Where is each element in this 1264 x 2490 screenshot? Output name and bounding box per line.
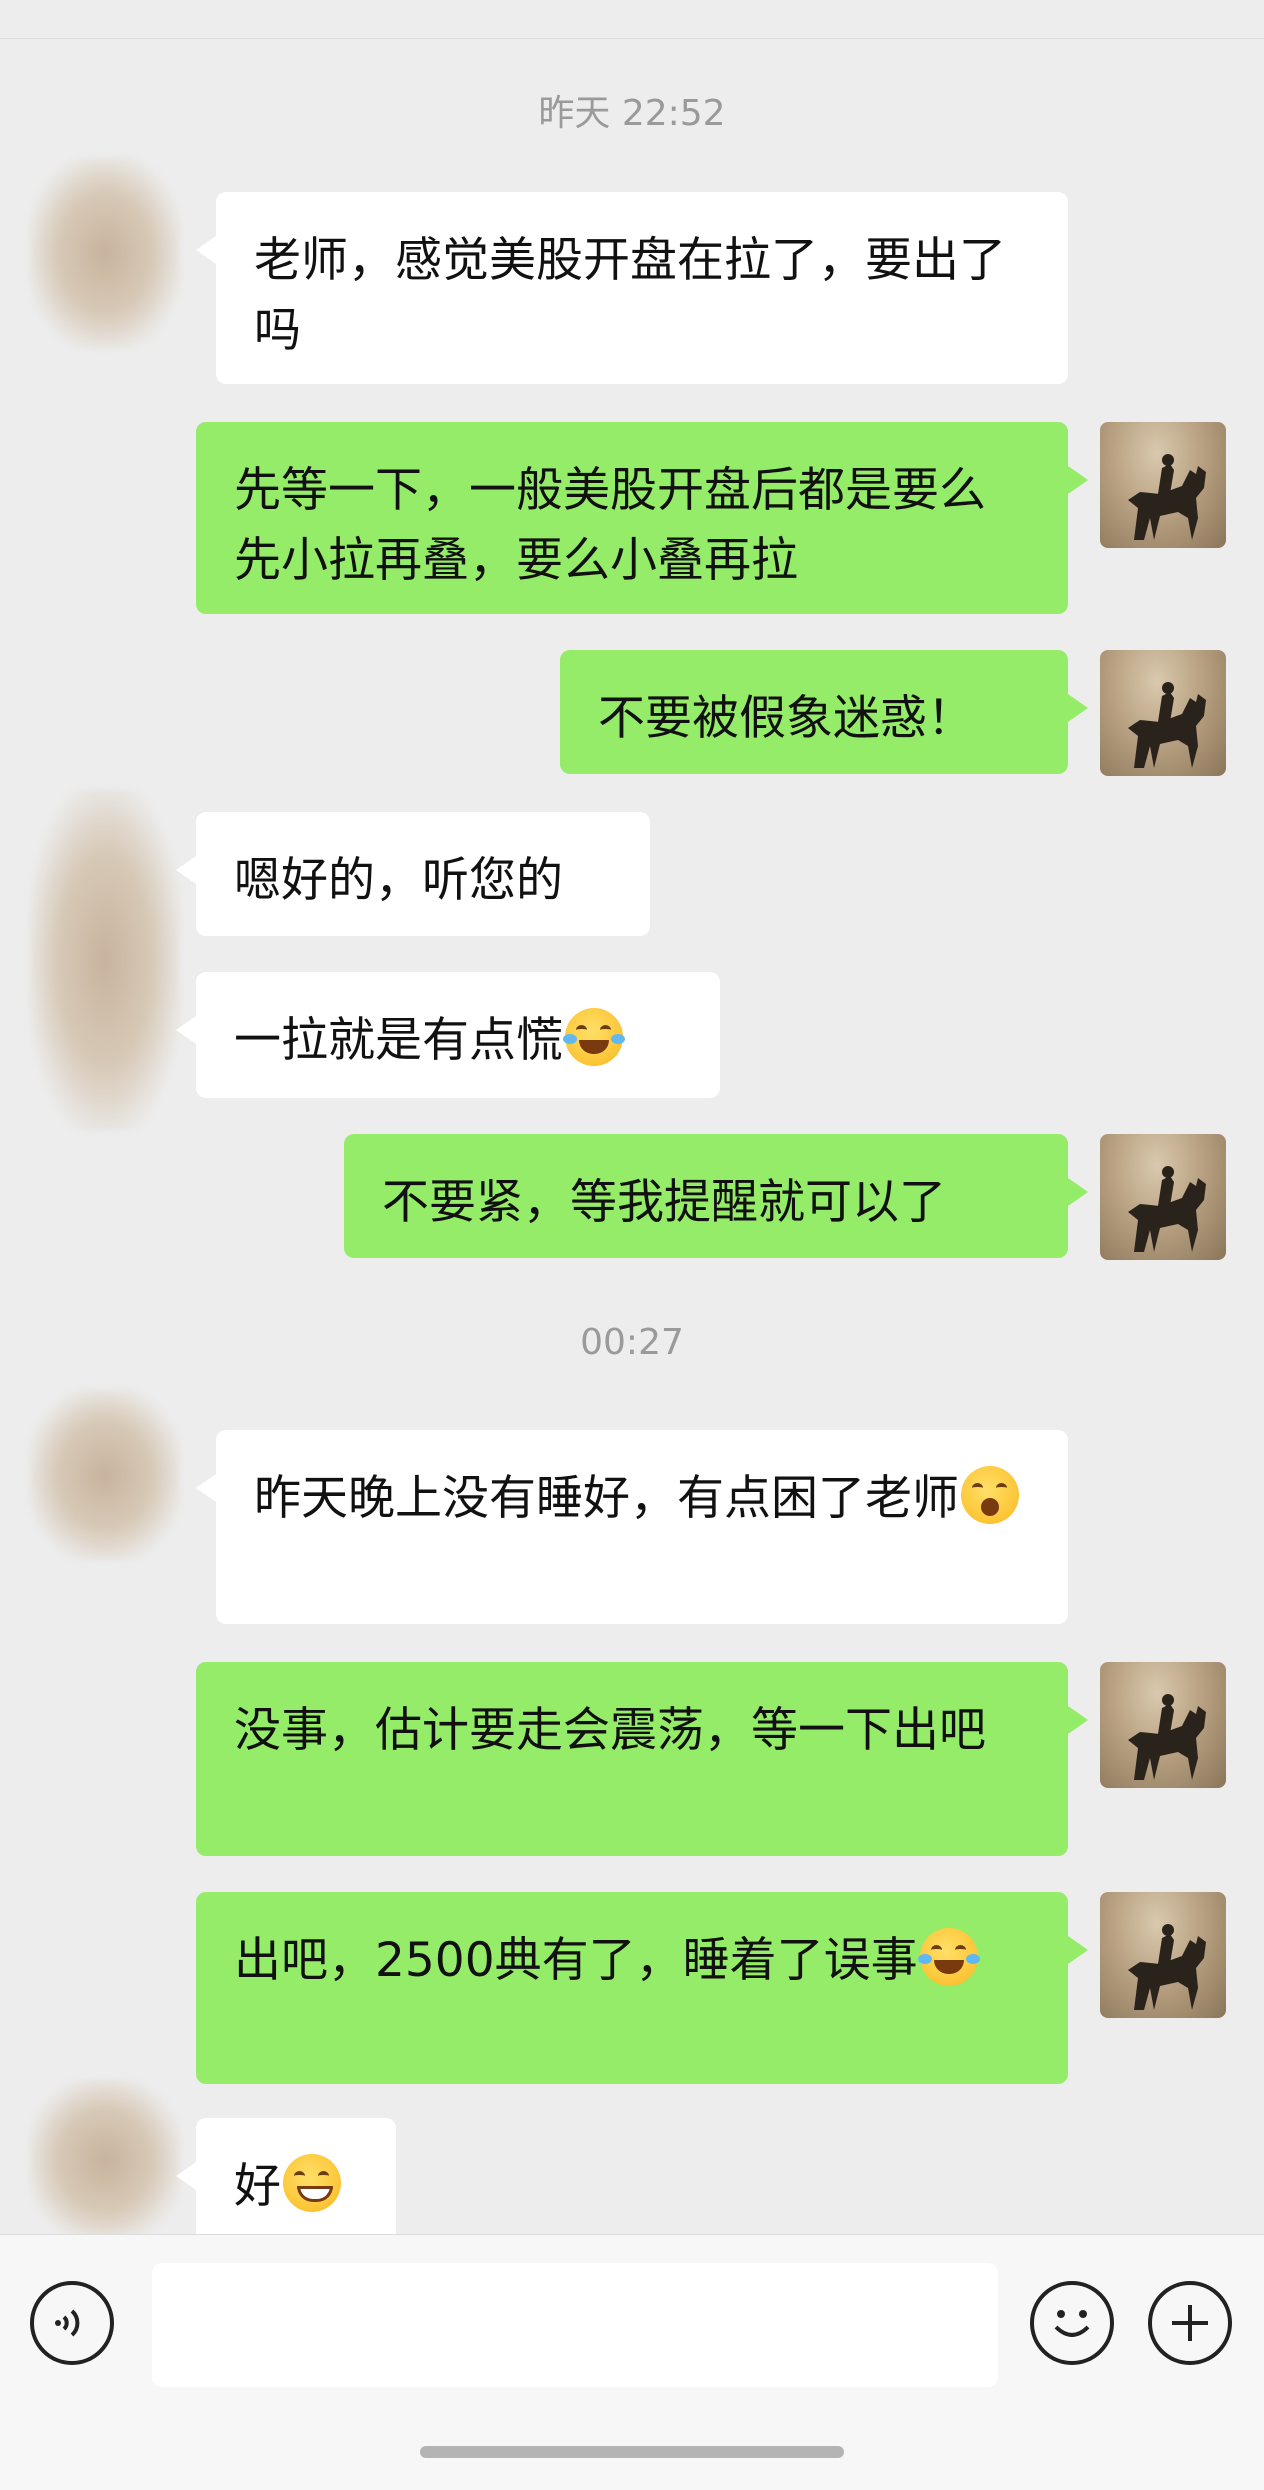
message-text: 昨天晚上没有睡好，有点困了老师 — [254, 1471, 959, 1526]
message-input[interactable] — [152, 2263, 998, 2387]
emoji-icon — [1054, 2310, 1090, 2337]
user-avatar[interactable] — [1100, 422, 1226, 548]
voice-button[interactable] — [30, 2281, 114, 2365]
horse-rider-icon — [1128, 1694, 1206, 1780]
plus-icon — [1172, 2305, 1208, 2341]
outgoing-message-bubble[interactable]: 先等一下，一般美股开盘后都是要么先小拉再叠，要么小叠再拉 — [196, 422, 1088, 614]
message-text: 没事，估计要走会震荡，等一下出吧 — [234, 1703, 986, 1758]
incoming-message-bubble[interactable]: 一拉就是有点慌 — [176, 972, 720, 1098]
yawning-emoji — [961, 1466, 1019, 1524]
outgoing-message-bubble[interactable]: 出吧，2500典有了，睡着了误事 — [196, 1892, 1088, 2084]
plus-button[interactable] — [1148, 2281, 1232, 2365]
incoming-message-bubble[interactable]: 昨天晚上没有睡好，有点困了老师 — [196, 1430, 1068, 1624]
status-bar-strip — [0, 0, 1264, 39]
message-text: 老师，感觉美股开盘在拉了，要出了吗 — [254, 233, 1006, 358]
user-avatar[interactable] — [1100, 1134, 1226, 1260]
contact-avatar[interactable] — [30, 158, 180, 348]
message-text: 不要紧，等我提醒就可以了 — [382, 1175, 946, 1230]
user-avatar[interactable] — [1100, 1662, 1226, 1788]
message-text: 先等一下，一般美股开盘后都是要么先小拉再叠，要么小叠再拉 — [234, 463, 986, 588]
message-text: 出吧，2500典有了，睡着了误事 — [234, 1933, 918, 1988]
incoming-message-bubble[interactable]: 老师，感觉美股开盘在拉了，要出了吗 — [196, 192, 1068, 384]
message-text: 好 — [234, 2159, 281, 2214]
outgoing-message-bubble[interactable]: 不要紧，等我提醒就可以了 — [344, 1134, 1088, 1258]
contact-avatar[interactable] — [30, 2080, 180, 2240]
timestamp: 00:27 — [580, 1322, 684, 1363]
crying-laughing-emoji — [917, 1928, 980, 1986]
contact-avatar[interactable] — [30, 1390, 180, 1560]
incoming-message-bubble[interactable]: 嗯好的，听您的 — [176, 812, 650, 936]
message-text: 一拉就是有点慌 — [234, 1013, 563, 1068]
horse-rider-icon — [1128, 682, 1206, 768]
message-text: 嗯好的，听您的 — [234, 853, 563, 908]
crying-laughing-emoji — [563, 1008, 625, 1066]
horse-rider-icon — [1128, 1166, 1206, 1252]
outgoing-message-bubble[interactable]: 不要被假象迷惑！ — [560, 650, 1088, 774]
horse-rider-icon — [1128, 454, 1206, 540]
emoji-button[interactable] — [1030, 2281, 1114, 2365]
contact-avatar[interactable] — [30, 790, 180, 1130]
outgoing-message-bubble[interactable]: 没事，估计要走会震荡，等一下出吧 — [196, 1662, 1088, 1856]
incoming-message-bubble[interactable]: 好 — [176, 2118, 396, 2242]
message-text: 不要被假象迷惑！ — [598, 691, 974, 746]
grinning-emoji — [283, 2154, 341, 2212]
voice-icon — [55, 2309, 80, 2337]
horse-rider-icon — [1128, 1924, 1206, 2010]
home-indicator[interactable] — [420, 2446, 844, 2458]
user-avatar[interactable] — [1100, 650, 1226, 776]
user-avatar[interactable] — [1100, 1892, 1226, 2018]
timestamp: 昨天 22:52 — [538, 93, 726, 134]
